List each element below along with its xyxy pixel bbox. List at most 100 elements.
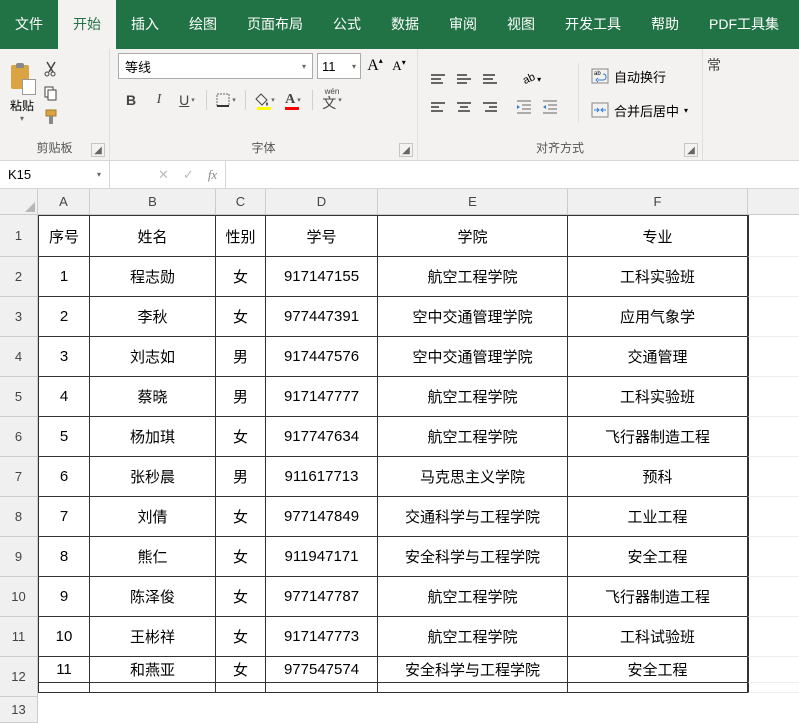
row-header[interactable]: 2 xyxy=(0,257,38,297)
cell[interactable]: 977147787 xyxy=(266,577,378,617)
cell[interactable] xyxy=(748,257,799,297)
align-center-button[interactable] xyxy=(452,96,476,118)
ribbon-tab[interactable]: 文件 xyxy=(0,0,58,49)
cell[interactable]: 男 xyxy=(216,337,266,377)
cell[interactable]: 工科实验班 xyxy=(568,257,748,297)
cell[interactable]: 女 xyxy=(216,417,266,457)
cell[interactable]: 马克思主义学院 xyxy=(378,457,568,497)
cell[interactable]: 性别 xyxy=(216,215,266,257)
row-header[interactable]: 13 xyxy=(0,697,38,723)
fill-color-button[interactable]: ▾ xyxy=(252,87,278,113)
cell[interactable] xyxy=(38,683,90,693)
cell[interactable]: 杨加琪 xyxy=(90,417,216,457)
font-name-combo[interactable]: 等线 ▾ xyxy=(118,53,313,79)
orientation-button[interactable]: ab▾ xyxy=(512,68,552,90)
column-header[interactable]: A xyxy=(38,189,90,215)
cell[interactable]: 交通管理 xyxy=(568,337,748,377)
cell[interactable]: 911947171 xyxy=(266,537,378,577)
row-header[interactable]: 11 xyxy=(0,617,38,657)
select-all-corner[interactable] xyxy=(0,189,38,215)
italic-button[interactable]: I xyxy=(146,87,172,113)
ribbon-tab[interactable]: 帮助 xyxy=(636,0,694,49)
ribbon-tab[interactable]: 页面布局 xyxy=(232,0,318,49)
cell[interactable] xyxy=(748,657,799,683)
copy-icon[interactable] xyxy=(42,84,60,102)
align-top-button[interactable] xyxy=(426,68,450,90)
cell[interactable] xyxy=(748,577,799,617)
row-header[interactable]: 3 xyxy=(0,297,38,337)
cell[interactable] xyxy=(216,683,266,693)
decrease-font-icon[interactable]: A▾ xyxy=(389,56,409,76)
cell[interactable]: 917747634 xyxy=(266,417,378,457)
cell[interactable] xyxy=(748,337,799,377)
align-middle-button[interactable] xyxy=(452,68,476,90)
cell[interactable]: 张秒晨 xyxy=(90,457,216,497)
cell[interactable]: 911617713 xyxy=(266,457,378,497)
cell[interactable]: 3 xyxy=(38,337,90,377)
underline-button[interactable]: U▾ xyxy=(174,87,200,113)
cell[interactable] xyxy=(748,417,799,457)
cut-icon[interactable] xyxy=(42,60,60,78)
ribbon-tab[interactable]: 开发工具 xyxy=(550,0,636,49)
font-launcher[interactable]: ◢ xyxy=(399,143,413,157)
cell[interactable]: 工科实验班 xyxy=(568,377,748,417)
cell[interactable]: 安全科学与工程学院 xyxy=(378,537,568,577)
row-header[interactable]: 10 xyxy=(0,577,38,617)
cell[interactable]: 10 xyxy=(38,617,90,657)
cell[interactable]: 女 xyxy=(216,537,266,577)
cell[interactable]: 学院 xyxy=(378,215,568,257)
row-header[interactable]: 6 xyxy=(0,417,38,457)
cell[interactable]: 预科 xyxy=(568,457,748,497)
align-bottom-button[interactable] xyxy=(478,68,502,90)
column-header[interactable]: D xyxy=(266,189,378,215)
formula-input[interactable] xyxy=(226,161,799,188)
name-box[interactable]: K15 ▾ xyxy=(0,161,110,188)
cell[interactable]: 安全科学与工程学院 xyxy=(378,657,568,683)
row-header[interactable]: 12 xyxy=(0,657,38,697)
align-left-button[interactable] xyxy=(426,96,450,118)
ribbon-tab[interactable]: 审阅 xyxy=(434,0,492,49)
cell[interactable]: 应用气象学 xyxy=(568,297,748,337)
cell[interactable]: 飞行器制造工程 xyxy=(568,417,748,457)
alignment-launcher[interactable]: ◢ xyxy=(684,143,698,157)
cell[interactable]: 陈泽俊 xyxy=(90,577,216,617)
cell[interactable]: 917147155 xyxy=(266,257,378,297)
cell[interactable]: 7 xyxy=(38,497,90,537)
cell[interactable] xyxy=(748,683,799,693)
cell[interactable] xyxy=(90,683,216,693)
cell[interactable]: 2 xyxy=(38,297,90,337)
cell[interactable]: 刘倩 xyxy=(90,497,216,537)
cell[interactable]: 977147849 xyxy=(266,497,378,537)
cell[interactable]: 977547574 xyxy=(266,657,378,683)
column-header[interactable]: C xyxy=(216,189,266,215)
cell[interactable]: 917147777 xyxy=(266,377,378,417)
cell[interactable] xyxy=(378,683,568,693)
cell[interactable]: 工业工程 xyxy=(568,497,748,537)
cell[interactable]: 5 xyxy=(38,417,90,457)
ribbon-tab[interactable]: 插入 xyxy=(116,0,174,49)
phonetic-button[interactable]: wén 文 ▾ xyxy=(319,87,345,113)
cell[interactable]: 1 xyxy=(38,257,90,297)
ribbon-tab[interactable]: 绘图 xyxy=(174,0,232,49)
cell[interactable]: 空中交通管理学院 xyxy=(378,337,568,377)
cell[interactable]: 专业 xyxy=(568,215,748,257)
cell[interactable]: 917147773 xyxy=(266,617,378,657)
fx-icon[interactable]: fx xyxy=(208,167,217,183)
cell[interactable]: 女 xyxy=(216,657,266,683)
font-color-button[interactable]: A ▾ xyxy=(280,87,306,113)
cell[interactable]: 男 xyxy=(216,457,266,497)
cell[interactable]: 蔡晓 xyxy=(90,377,216,417)
cell[interactable]: 女 xyxy=(216,257,266,297)
cell[interactable]: 安全工程 xyxy=(568,657,748,683)
row-header[interactable]: 9 xyxy=(0,537,38,577)
column-header[interactable]: F xyxy=(568,189,748,215)
cell[interactable]: 工科试验班 xyxy=(568,617,748,657)
cell[interactable]: 安全工程 xyxy=(568,537,748,577)
cell[interactable] xyxy=(568,683,748,693)
cell[interactable] xyxy=(748,617,799,657)
cell[interactable]: 6 xyxy=(38,457,90,497)
cell[interactable]: 航空工程学院 xyxy=(378,577,568,617)
cell[interactable]: 女 xyxy=(216,297,266,337)
cell[interactable]: 8 xyxy=(38,537,90,577)
row-header[interactable]: 5 xyxy=(0,377,38,417)
